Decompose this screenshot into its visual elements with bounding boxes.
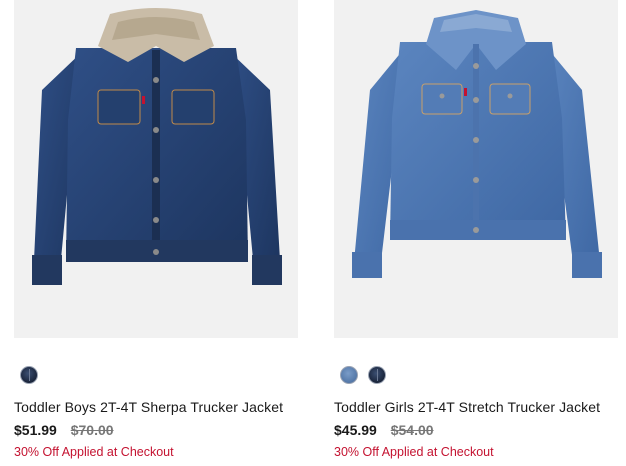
product-title[interactable]: Toddler Boys 2T-4T Sherpa Trucker Jacket <box>14 399 283 415</box>
product-title[interactable]: Toddler Girls 2T-4T Stretch Trucker Jack… <box>334 399 600 415</box>
product-image[interactable] <box>334 0 618 338</box>
swatch-dark-indigo[interactable] <box>20 366 38 384</box>
product-card[interactable]: Toddler Girls 2T-4T Stretch Trucker Jack… <box>334 0 620 459</box>
product-image[interactable] <box>14 0 298 338</box>
original-price: $54.00 <box>390 422 434 438</box>
price-row: $51.99 $70.00 <box>14 422 114 438</box>
promo-text: 30% Off Applied at Checkout <box>14 445 174 459</box>
price-row: $45.99 $54.00 <box>334 422 434 438</box>
promo-text: 30% Off Applied at Checkout <box>334 445 494 459</box>
swatch-medium-blue[interactable] <box>340 366 358 384</box>
jacket-illustration <box>32 8 282 285</box>
sale-price: $45.99 <box>334 422 377 438</box>
original-price: $70.00 <box>70 422 114 438</box>
product-card[interactable]: Toddler Boys 2T-4T Sherpa Trucker Jacket… <box>14 0 300 459</box>
sale-price: $51.99 <box>14 422 57 438</box>
swatch-dark-indigo[interactable] <box>368 366 386 384</box>
jacket-illustration <box>352 10 602 278</box>
color-swatches <box>340 366 386 384</box>
color-swatches <box>20 366 38 384</box>
